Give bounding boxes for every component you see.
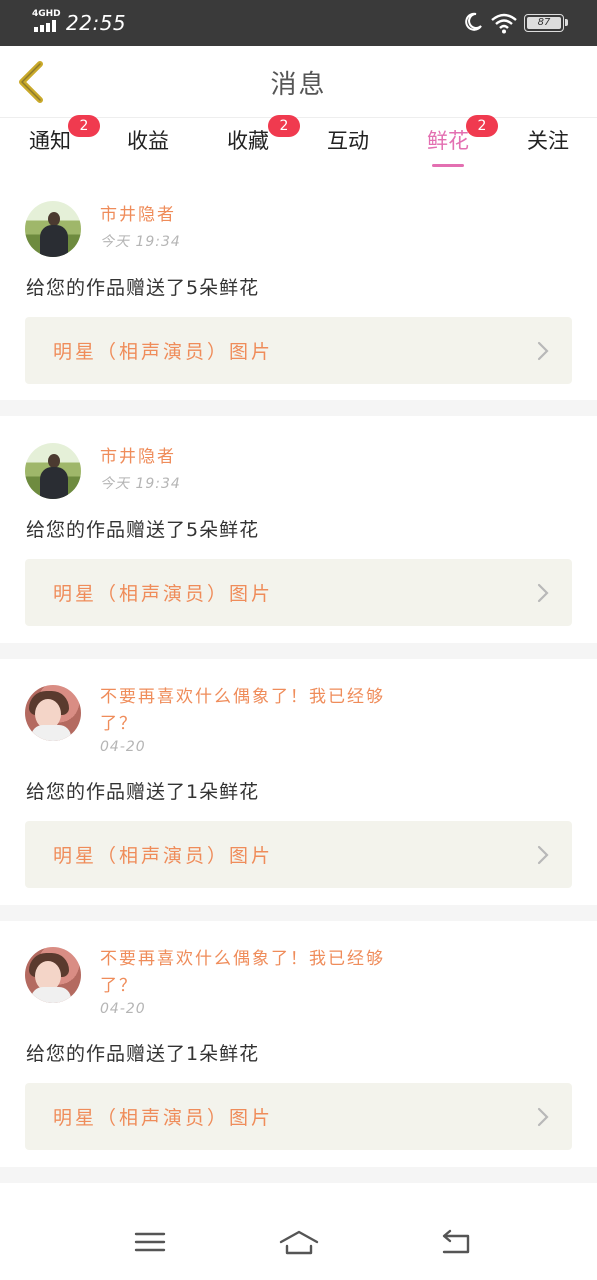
back-icon[interactable]: [436, 1226, 476, 1258]
message-text: 给您的作品赠送了5朵鲜花: [26, 519, 260, 541]
list-item[interactable]: 不要再喜欢什么偶象了！我已经够了？ 04-20 给您的作品赠送了1朵鲜花 明星（…: [0, 921, 597, 1167]
work-link[interactable]: 明星（相声演员）图片: [25, 317, 572, 384]
tab-notifications[interactable]: 通知 2: [10, 115, 100, 173]
tab-label: 收益: [127, 129, 169, 153]
network-type: 4GHD: [32, 9, 61, 19]
wifi-icon: [491, 13, 517, 34]
message-text: 给您的作品赠送了1朵鲜花: [26, 781, 260, 803]
chevron-right-icon: [537, 341, 549, 361]
divider: [0, 400, 597, 416]
work-link[interactable]: 明星（相声演员）图片: [25, 559, 572, 626]
chevron-right-icon: [537, 583, 549, 603]
work-title: 明星（相声演员）图片: [53, 845, 274, 867]
battery-icon: 87: [524, 14, 568, 32]
badge-favorites: 2: [268, 115, 300, 137]
timestamp: 今天 19:34: [100, 476, 181, 492]
divider: [0, 643, 597, 659]
tab-follow[interactable]: 关注: [508, 119, 588, 173]
work-link[interactable]: 明星（相声演员）图片: [25, 821, 572, 888]
avatar[interactable]: [25, 443, 81, 499]
sender-name[interactable]: 不要再喜欢什么偶象了！我已经够了？: [100, 684, 390, 738]
home-icon[interactable]: [278, 1226, 320, 1258]
chevron-right-icon: [537, 845, 549, 865]
moon-icon: [465, 12, 482, 31]
tab-interactions[interactable]: 互动: [308, 119, 388, 173]
clock: 22:55: [66, 11, 127, 35]
sender-name[interactable]: 市井隐者: [100, 444, 390, 471]
status-bar: 4GHD 22:55 87: [0, 0, 597, 46]
work-title: 明星（相声演员）图片: [53, 583, 274, 605]
timestamp: 04-20: [100, 739, 146, 755]
tab-label: 通知: [29, 129, 71, 153]
badge-notifications: 2: [68, 115, 100, 137]
divider: [0, 905, 597, 921]
message-list: 市井隐者 今天 19:34 给您的作品赠送了5朵鲜花 明星（相声演员）图片 市井…: [0, 173, 597, 1183]
chevron-right-icon: [537, 1107, 549, 1127]
system-nav-bar: [0, 1200, 597, 1280]
badge-flowers: 2: [466, 115, 498, 137]
divider: [0, 1167, 597, 1183]
tab-label: 收藏: [227, 129, 269, 153]
tab-earnings[interactable]: 收益: [108, 119, 188, 173]
list-item[interactable]: 市井隐者 今天 19:34 给您的作品赠送了5朵鲜花 明星（相声演员）图片: [0, 416, 597, 643]
message-text: 给您的作品赠送了5朵鲜花: [26, 277, 260, 299]
work-title: 明星（相声演员）图片: [53, 1107, 274, 1129]
avatar[interactable]: [25, 685, 81, 741]
tab-label: 关注: [527, 129, 569, 153]
tab-bar: 通知 2 收益 收藏 2 互动 鲜花 2 关注: [0, 115, 597, 173]
avatar[interactable]: [25, 947, 81, 1003]
timestamp: 04-20: [100, 1001, 146, 1017]
header: 消息: [0, 46, 597, 118]
list-item[interactable]: 市井隐者 今天 19:34 给您的作品赠送了5朵鲜花 明星（相声演员）图片: [0, 173, 597, 400]
page-title: 消息: [270, 70, 327, 100]
battery-level: 87: [527, 17, 561, 29]
avatar[interactable]: [25, 201, 81, 257]
sender-name[interactable]: 市井隐者: [100, 202, 390, 229]
work-link[interactable]: 明星（相声演员）图片: [25, 1083, 572, 1150]
list-item[interactable]: 不要再喜欢什么偶象了！我已经够了？ 04-20 给您的作品赠送了1朵鲜花 明星（…: [0, 659, 597, 905]
tab-label: 互动: [327, 129, 369, 153]
signal-icon: [34, 20, 58, 32]
menu-icon[interactable]: [130, 1226, 170, 1258]
work-title: 明星（相声演员）图片: [53, 341, 274, 363]
tab-favorites[interactable]: 收藏 2: [208, 115, 300, 173]
tab-flowers[interactable]: 鲜花 2: [408, 115, 498, 173]
tab-label: 鲜花: [427, 129, 469, 153]
sender-name[interactable]: 不要再喜欢什么偶象了！我已经够了？: [100, 946, 390, 1000]
message-text: 给您的作品赠送了1朵鲜花: [26, 1043, 260, 1065]
active-tab-indicator: [432, 164, 464, 167]
timestamp: 今天 19:34: [100, 234, 181, 250]
